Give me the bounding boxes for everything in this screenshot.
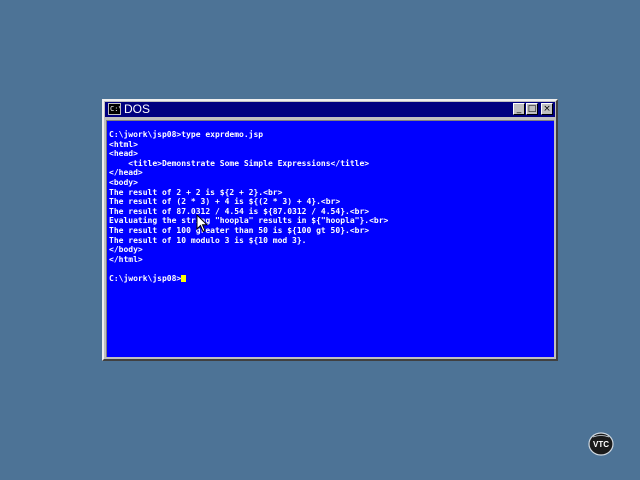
vtc-logo-text: VTC <box>593 440 609 449</box>
close-button[interactable]: × <box>541 103 553 115</box>
minimize-button[interactable]: _ <box>513 103 525 115</box>
text-cursor <box>181 274 187 282</box>
window-title: DOS <box>124 102 151 116</box>
window-titlebar[interactable]: C:\ DOS _ □ × <box>105 102 555 117</box>
console-line: <head> <box>109 149 138 159</box>
console-line: C:\jwork\jsp08>type exprdemo.jsp <box>109 130 264 139</box>
console-prompt-line[interactable]: C:\jwork\jsp08> <box>109 274 388 284</box>
window-controls: _ □ × <box>512 103 553 116</box>
console-line: </head> <box>109 168 143 178</box>
maximize-button[interactable]: □ <box>526 103 538 115</box>
console-line: </body> <box>109 245 143 255</box>
close-icon: × <box>543 104 551 114</box>
console-line: </html> <box>109 254 143 264</box>
console-line: The result of 10 modulo 3 is ${10 mod 3}… <box>109 235 307 245</box>
console-line: <html> <box>109 139 138 149</box>
console-area[interactable]: C:\jwork\jsp08>type exprdemo.jsp <html> <h… <box>106 120 554 357</box>
console-line: The result of (2 * 3) + 4 is ${(2 * 3) +… <box>109 197 341 207</box>
console-line: Evaluating the string "hoopla" results i… <box>109 216 389 226</box>
dos-window-icon[interactable]: C:\ <box>108 103 121 115</box>
console-prompt: C:\jwork\jsp08> <box>109 273 182 283</box>
dos-window[interactable]: C:\ DOS _ □ × C:\jwork\jsp08>type exprde… <box>102 99 558 361</box>
console-line: The result of 100 greater than 50 is ${1… <box>109 225 370 235</box>
console-line: The result of 2 + 2 is ${2 + 2}.<br> <box>109 187 283 197</box>
console-line: <title>Demonstrate Some Simple Expressio… <box>109 158 370 168</box>
console-line: <body> <box>109 177 138 187</box>
vtc-logo-icon: VTC <box>588 432 614 456</box>
desktop: { "window": { "title": "DOS", "icon_labe… <box>0 0 640 480</box>
console-line: The result of 87.0312 / 4.54 is ${87.031… <box>109 206 370 216</box>
mouse-pointer-icon <box>196 214 208 233</box>
minimize-icon: _ <box>516 104 522 114</box>
console-output: C:\jwork\jsp08>type exprdemo.jsp <html> <h… <box>109 130 388 284</box>
maximize-icon: □ <box>527 104 537 114</box>
